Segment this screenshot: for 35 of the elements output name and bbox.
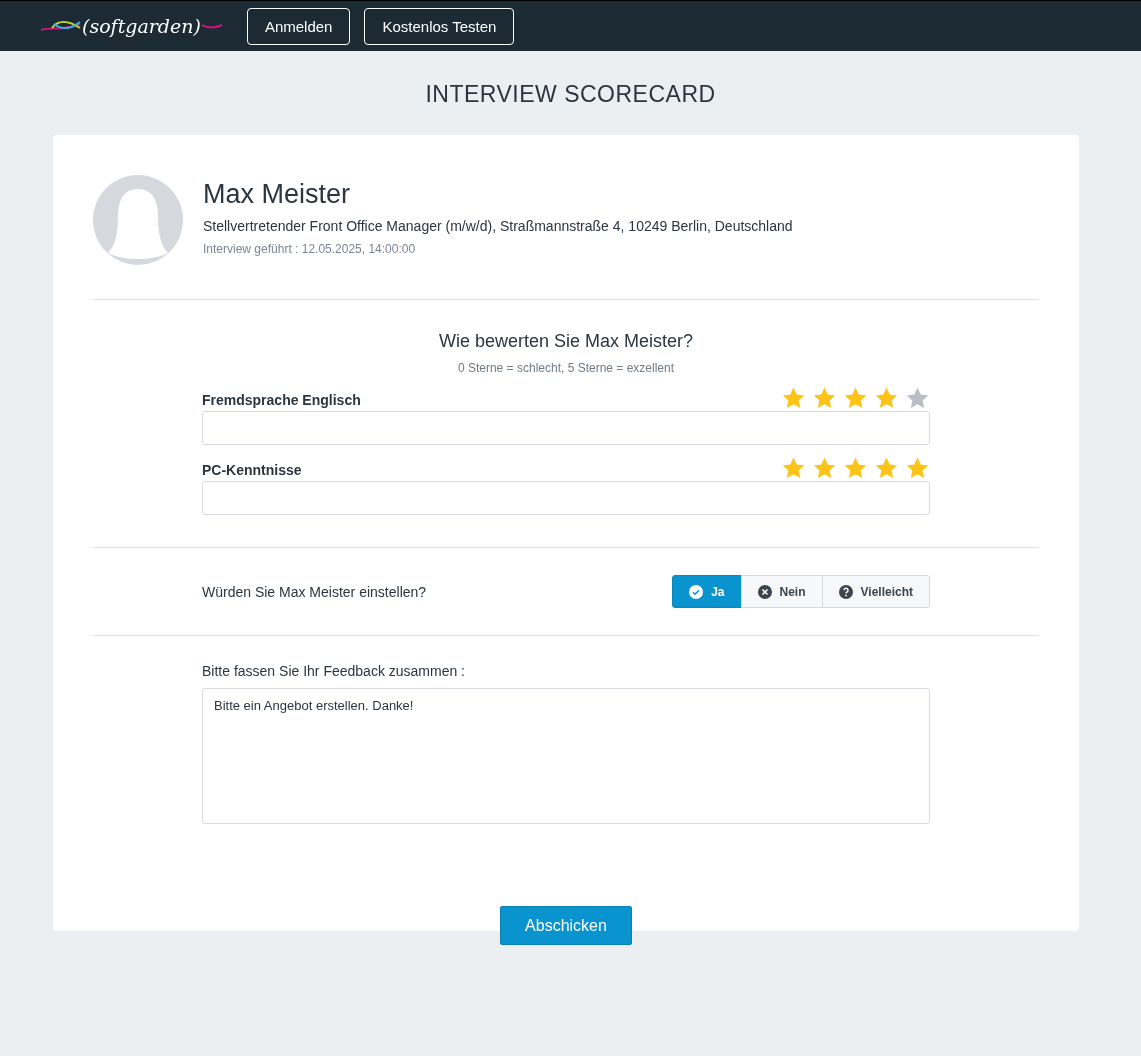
feedback-field[interactable]: Bitte ein Angebot erstellen. Danke! (202, 688, 930, 824)
position-text: Stellvertretender Front Office Manager (m/w/d), Straßmannstraße 4, 10249 Berlin, Deutschland (203, 218, 793, 234)
answer-option[interactable]: Vielleicht (821, 575, 930, 608)
filled-star-icon[interactable] (843, 456, 868, 481)
swoosh-icon (200, 22, 223, 30)
empty-star-icon[interactable] (905, 386, 930, 411)
filled-star-icon[interactable] (843, 386, 868, 411)
candidate-name: Max Meister (203, 179, 352, 210)
comment-field[interactable] (202, 481, 930, 515)
answer-option[interactable]: Nein (740, 575, 823, 608)
star-rating[interactable] (781, 456, 930, 481)
criterion-label: PC-Kenntnisse (202, 462, 302, 480)
page-title: INTERVIEW SCORECARD (424, 80, 717, 109)
swirl-icon (40, 18, 82, 34)
filled-star-icon[interactable] (812, 386, 837, 411)
x-circle-icon (757, 584, 772, 599)
check-circle-icon (689, 584, 704, 599)
feedback-label: Bitte fassen Sie Ihr Feedback zusammen : (202, 663, 466, 679)
filled-star-icon[interactable] (874, 386, 899, 411)
filled-star-icon[interactable] (781, 456, 806, 481)
star-rating[interactable] (781, 386, 930, 411)
question-circle-icon (838, 584, 853, 599)
rating-question: Wie bewerten Sie Max Meister? (437, 331, 695, 352)
interview-date: Interview geführt : 12.05.2025, 14:00:00 (203, 242, 417, 256)
filled-star-icon[interactable] (781, 386, 806, 411)
hire-question: Würden Sie Max Meister einstellen? (202, 583, 427, 600)
rating-hint: 0 Sterne = schlecht, 5 Sterne = exzellent (456, 361, 676, 375)
header-button[interactable]: Anmelden (246, 7, 351, 45)
softgarden-logo[interactable]: (softgarden) (40, 15, 223, 37)
filled-star-icon[interactable] (812, 456, 837, 481)
filled-star-icon[interactable] (874, 456, 899, 481)
header-button[interactable]: Kostenlos Testen (364, 7, 515, 45)
filled-star-icon[interactable] (905, 456, 930, 481)
criterion-label: Fremdsprache Englisch (202, 392, 361, 410)
comment-field[interactable] (202, 411, 930, 445)
